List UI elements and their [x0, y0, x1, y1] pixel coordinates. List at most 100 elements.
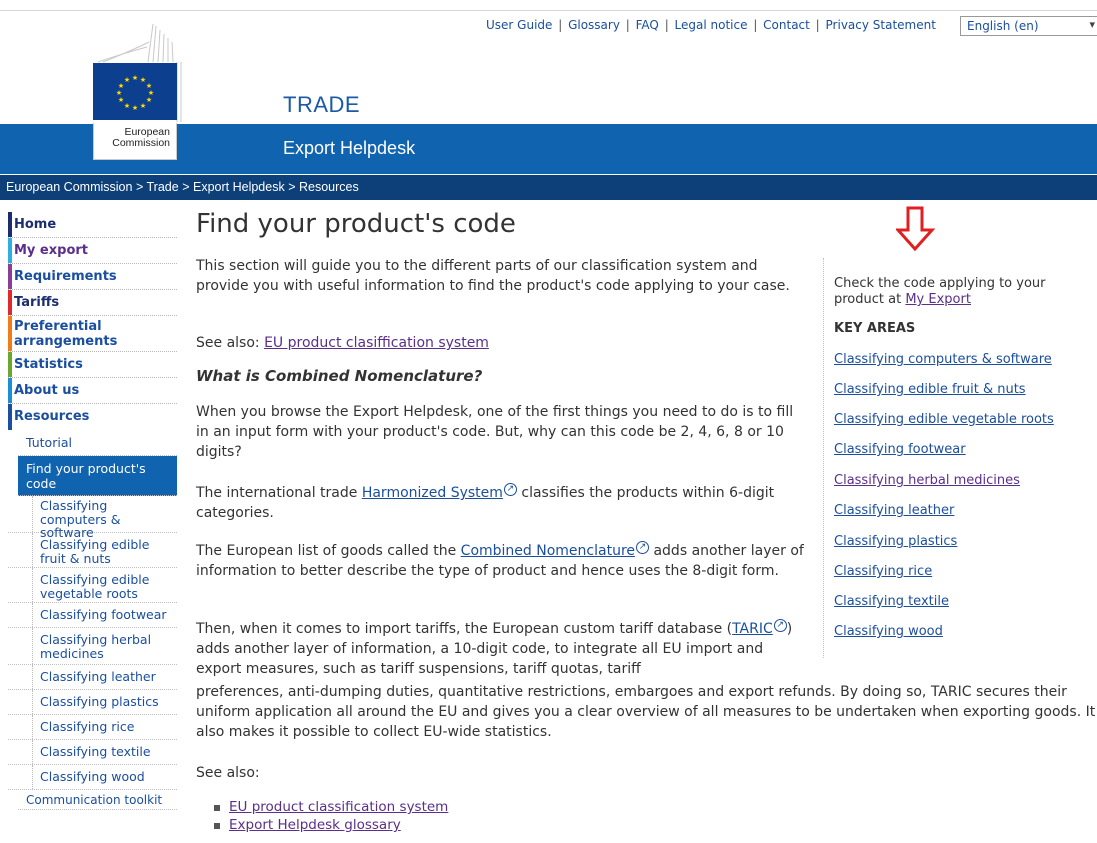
- ec-logo-text: European Commission: [93, 123, 177, 160]
- list-item: Export Helpdesk glossary: [214, 816, 448, 834]
- banner-title[interactable]: Export Helpdesk: [283, 138, 415, 159]
- nav-color-bar: [8, 290, 12, 315]
- see-also-list: EU product classification system Export …: [214, 798, 448, 834]
- language-value: English (en): [967, 19, 1039, 33]
- svg-text:★: ★: [118, 96, 124, 104]
- privacy-statement-link[interactable]: Privacy Statement: [826, 18, 936, 32]
- section-heading: What is Combined Nomenclature?: [196, 367, 483, 385]
- nav-tutorial[interactable]: Tutorial: [18, 430, 177, 456]
- nav-home[interactable]: Home: [8, 212, 177, 238]
- nav-label: Communication toolkit: [26, 793, 163, 807]
- glossary-link[interactable]: Glossary: [568, 18, 620, 32]
- paragraph-4: Then, when it comes to import tariffs, t…: [196, 619, 806, 679]
- key-area-link[interactable]: Classifying footwear: [834, 442, 966, 457]
- nav-tariffs[interactable]: Tariffs: [8, 290, 177, 316]
- nav-label: Classifying herbal medicines: [40, 632, 152, 661]
- nav-color-bar: [8, 264, 12, 289]
- breadcrumb-ec[interactable]: European Commission: [6, 180, 132, 194]
- key-area-link[interactable]: Classifying wood: [834, 624, 943, 639]
- key-area-link[interactable]: Classifying edible fruit & nuts: [834, 382, 1026, 397]
- nav-classifying-rice[interactable]: Classifying rice: [8, 715, 177, 740]
- nav-classifying-herbal[interactable]: Classifying herbal medicines: [8, 628, 177, 665]
- my-export-link[interactable]: My Export: [905, 292, 971, 307]
- logo-line-2: Commission: [112, 137, 170, 149]
- nav-label: Find your product's code: [26, 461, 146, 491]
- user-guide-link[interactable]: User Guide: [486, 18, 552, 32]
- key-area-link[interactable]: Classifying leather: [834, 503, 954, 518]
- nav-color-bar: [8, 238, 12, 263]
- key-area-link[interactable]: Classifying plastics: [834, 534, 957, 549]
- p4-text: Then, when it comes to import tariffs, t…: [196, 621, 733, 637]
- top-divider: [0, 10, 1097, 11]
- paragraph-2: The international trade Harmonized Syste…: [196, 483, 806, 523]
- breadcrumb-trade[interactable]: Trade: [147, 180, 179, 194]
- eu-flag-logo: ★ ★★ ★★★ ★★★ ★★★: [93, 63, 177, 120]
- nav-label: Classifying rice: [40, 719, 135, 734]
- nav-classifying-wood[interactable]: Classifying wood: [8, 765, 177, 790]
- key-areas-heading: KEY AREAS: [834, 321, 916, 336]
- nav-label: About us: [14, 383, 80, 398]
- nav-classifying-vegetable-roots[interactable]: Classifying edible vegetable roots: [8, 568, 177, 603]
- breadcrumb-export-helpdesk[interactable]: Export Helpdesk: [193, 180, 285, 194]
- breadcrumb-separator: >: [182, 180, 190, 194]
- contact-link[interactable]: Contact: [763, 18, 810, 32]
- nav-color-bar: [8, 404, 12, 430]
- nav-about-us[interactable]: About us: [8, 378, 177, 404]
- nav-classifying-footwear[interactable]: Classifying footwear: [8, 603, 177, 628]
- nav-label: My export: [14, 243, 89, 258]
- paragraph-4-continued: preferences, anti-dumping duties, quanti…: [196, 684, 1096, 740]
- nav-classifying-fruit[interactable]: Classifying edible fruit & nuts: [8, 533, 177, 568]
- taric-link[interactable]: TARIC: [732, 621, 773, 637]
- external-link-icon: ↗: [773, 619, 787, 632]
- nav-communication-toolkit[interactable]: Communication toolkit: [18, 790, 177, 810]
- svg-text:★: ★: [146, 96, 152, 104]
- intro-text: This section will guide you to the diffe…: [196, 258, 790, 294]
- nav-classifying-plastics[interactable]: Classifying plastics: [8, 690, 177, 715]
- nav-label: Requirements: [14, 269, 117, 284]
- breadcrumb-resources[interactable]: Resources: [299, 180, 359, 194]
- key-area-link[interactable]: Classifying textile: [834, 594, 949, 609]
- nav-classifying-computers[interactable]: Classifying computers & software: [8, 496, 177, 539]
- nav-label: Classifying edible vegetable roots: [40, 572, 150, 601]
- faq-link[interactable]: FAQ: [636, 18, 659, 32]
- nav-label: Classifying plastics: [40, 694, 159, 709]
- export-helpdesk-glossary-link[interactable]: Export Helpdesk glossary: [229, 817, 401, 833]
- nav-color-bar: [8, 378, 12, 403]
- key-area-link[interactable]: Classifying rice: [834, 564, 932, 579]
- nav-my-export[interactable]: My export: [8, 238, 177, 264]
- nav-classifying-textile[interactable]: Classifying textile: [8, 740, 177, 765]
- eu-product-classification-link[interactable]: EU product classification system: [229, 799, 448, 815]
- eu-classification-link[interactable]: EU product clasiffication system: [264, 335, 489, 351]
- legal-notice-link[interactable]: Legal notice: [675, 18, 748, 32]
- svg-text:★: ★: [116, 89, 122, 97]
- nav-label: Preferential arrangements: [14, 319, 118, 349]
- site-title[interactable]: TRADE: [283, 92, 360, 118]
- svg-text:★: ★: [132, 104, 138, 112]
- nav-requirements[interactable]: Requirements: [8, 264, 177, 290]
- nav-statistics[interactable]: Statistics: [8, 352, 177, 378]
- nav-label: Statistics: [14, 357, 83, 372]
- paragraph-3: The European list of goods called the Co…: [196, 541, 806, 581]
- nav-label: Home: [14, 217, 57, 232]
- left-navigation: Home My export Requirements Tariffs Pref…: [8, 212, 177, 810]
- down-arrow-icon: [896, 206, 936, 252]
- nav-preferential-arrangements[interactable]: Preferential arrangements: [8, 316, 177, 352]
- language-select[interactable]: English (en) ▾: [960, 16, 1097, 36]
- key-area-link[interactable]: Classifying edible vegetable roots: [834, 412, 1054, 427]
- svg-text:★: ★: [124, 76, 130, 84]
- nav-classifying-leather[interactable]: Classifying leather: [8, 665, 177, 690]
- nav-label: Tutorial: [26, 435, 72, 450]
- key-area-link[interactable]: Classifying herbal medicines: [834, 473, 1020, 488]
- paragraph-1: When you browse the Export Helpdesk, one…: [196, 404, 794, 460]
- key-area-link[interactable]: Classifying computers & software: [834, 352, 1052, 367]
- see-also-label: See also:: [196, 765, 260, 781]
- nav-resources[interactable]: Resources: [8, 404, 177, 430]
- harmonized-system-link[interactable]: Harmonized System: [362, 485, 503, 501]
- combined-nomenclature-link[interactable]: Combined Nomenclature: [461, 543, 635, 559]
- nav-label: Tariffs: [14, 295, 60, 310]
- top-links: User Guide | Glossary | FAQ | Legal noti…: [486, 18, 936, 32]
- nav-find-product-code[interactable]: Find your product's code: [18, 456, 177, 496]
- nav-label: Resources: [14, 409, 90, 424]
- nav-label: Classifying leather: [40, 669, 156, 684]
- see-also-prefix: See also:: [196, 335, 265, 351]
